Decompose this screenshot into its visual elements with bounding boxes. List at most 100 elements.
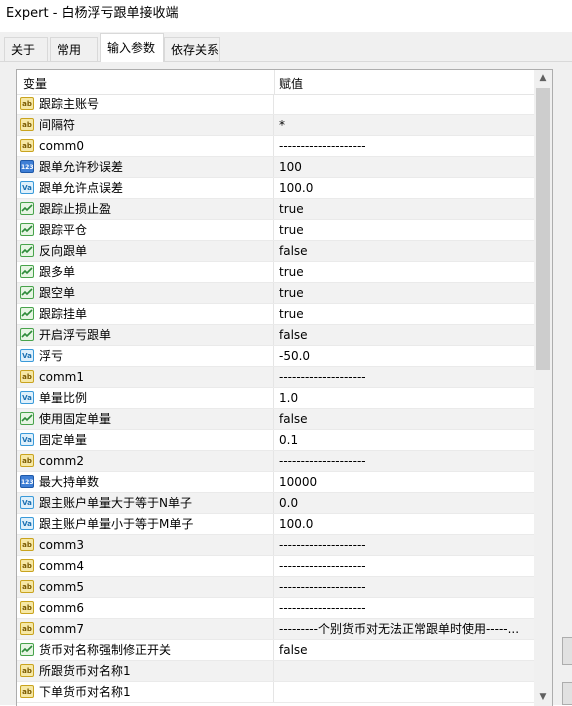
table-row[interactable]: 跟空单 true xyxy=(17,283,534,304)
string-icon: ab xyxy=(20,538,34,551)
variable-value[interactable]: true xyxy=(279,265,304,280)
table-row[interactable]: Va 跟主账户单量大于等于N单子 0.0 xyxy=(17,493,534,514)
column-header-value[interactable]: 赋值 xyxy=(279,75,303,92)
bool-icon xyxy=(20,265,34,278)
variable-value[interactable]: * xyxy=(279,118,285,133)
variable-value[interactable]: 0.0 xyxy=(279,496,298,511)
table-row[interactable]: ab comm5 -------------------- xyxy=(17,577,534,598)
variable-cell: ab comm5 xyxy=(17,577,274,597)
bool-icon xyxy=(20,643,34,656)
bool-icon xyxy=(20,202,34,215)
table-row[interactable]: ab comm1 -------------------- xyxy=(17,367,534,388)
double-icon: Va xyxy=(20,349,34,362)
variable-value[interactable]: -------------------- xyxy=(279,370,366,385)
table-row[interactable]: 反向跟单 false xyxy=(17,241,534,262)
string-icon: ab xyxy=(20,139,34,152)
variable-value[interactable]: true xyxy=(279,202,304,217)
table-row[interactable]: Va 跟主账户单量小于等于M单子 100.0 xyxy=(17,514,534,535)
variable-value[interactable]: false xyxy=(279,412,308,427)
table-row[interactable]: ab comm4 -------------------- xyxy=(17,556,534,577)
variable-value[interactable]: -------------------- xyxy=(279,454,366,469)
table-row[interactable]: 开启浮亏跟单 false xyxy=(17,325,534,346)
integer-icon: 123 xyxy=(20,475,34,488)
vertical-scrollbar[interactable]: ▲ ▼ xyxy=(534,70,552,706)
variable-cell: 跟空单 xyxy=(17,283,274,303)
variable-value[interactable]: -50.0 xyxy=(279,349,310,364)
variable-value[interactable]: -------------------- xyxy=(279,601,366,616)
table-row[interactable]: ab 所跟货币对名称1 xyxy=(17,661,534,682)
variable-value[interactable]: -------------------- xyxy=(279,559,366,574)
tab-common[interactable]: 常用 xyxy=(50,37,98,61)
variable-value[interactable]: 100 xyxy=(279,160,302,175)
variable-cell: ab comm2 xyxy=(17,451,274,471)
variable-name: 跟单允许秒误差 xyxy=(39,160,124,174)
tab-inputs[interactable]: 输入参数 xyxy=(100,33,164,62)
table-row[interactable]: ab comm0 -------------------- xyxy=(17,136,534,157)
table-row[interactable]: Va 浮亏 -50.0 xyxy=(17,346,534,367)
variable-value[interactable]: 0.1 xyxy=(279,433,298,448)
variable-name: 固定单量 xyxy=(39,433,88,447)
table-row[interactable]: 123 跟单允许秒误差 100 xyxy=(17,157,534,178)
table-row[interactable]: 123 最大持单数 10000 xyxy=(17,472,534,493)
table-row[interactable]: ab comm6 -------------------- xyxy=(17,598,534,619)
variable-cell: ab comm7 xyxy=(17,619,274,639)
variable-value[interactable]: ---------个别货币对无法正常跟单时使用-----... xyxy=(279,622,519,637)
variable-name: 反向跟单 xyxy=(39,244,88,258)
variable-cell: ab comm4 xyxy=(17,556,274,576)
variable-value[interactable]: true xyxy=(279,286,304,301)
side-button-bottom[interactable] xyxy=(562,682,572,705)
variable-value[interactable]: -------------------- xyxy=(279,139,366,154)
scroll-up-icon[interactable]: ▲ xyxy=(534,70,552,87)
column-header-variable[interactable]: 变量 xyxy=(23,75,47,92)
tab-about[interactable]: 关于 xyxy=(4,37,48,61)
table-row[interactable]: 跟多单 true xyxy=(17,262,534,283)
table-row[interactable]: ab 跟踪主账号 xyxy=(17,94,534,115)
table-row[interactable]: ab comm3 -------------------- xyxy=(17,535,534,556)
variable-cell: 反向跟单 xyxy=(17,241,274,261)
bool-icon xyxy=(20,223,34,236)
variable-name: 单量比例 xyxy=(39,391,88,405)
variable-cell: Va 跟主账户单量小于等于M单子 xyxy=(17,514,274,534)
side-button-top[interactable] xyxy=(562,637,572,665)
table-row[interactable]: 跟踪挂单 true xyxy=(17,304,534,325)
variable-name: 跟单允许点误差 xyxy=(39,181,124,195)
table-row[interactable]: Va 固定单量 0.1 xyxy=(17,430,534,451)
table-row[interactable]: ab comm7 ---------个别货币对无法正常跟单时使用-----... xyxy=(17,619,534,640)
double-icon: Va xyxy=(20,517,34,530)
variable-cell: 123 跟单允许秒误差 xyxy=(17,157,274,177)
variable-name: 跟多单 xyxy=(39,265,76,279)
variable-value[interactable]: -------------------- xyxy=(279,580,366,595)
double-icon: Va xyxy=(20,433,34,446)
bool-icon xyxy=(20,328,34,341)
variable-value[interactable]: 100.0 xyxy=(279,517,313,532)
table-row[interactable]: Va 单量比例 1.0 xyxy=(17,388,534,409)
variable-value[interactable]: 1.0 xyxy=(279,391,298,406)
scroll-down-icon[interactable]: ▼ xyxy=(534,689,552,706)
table-row[interactable]: ab comm2 -------------------- xyxy=(17,451,534,472)
table-row[interactable]: 货币对名称强制修正开关 false xyxy=(17,640,534,661)
variable-value[interactable]: true xyxy=(279,223,304,238)
variable-name: 下单货币对名称1 xyxy=(39,685,131,699)
tab-dependencies[interactable]: 依存关系 xyxy=(164,37,220,61)
variable-name: 浮亏 xyxy=(39,349,64,363)
variable-cell: 开启浮亏跟单 xyxy=(17,325,274,345)
variable-value[interactable]: false xyxy=(279,643,308,658)
string-icon: ab xyxy=(20,454,34,467)
table-row[interactable]: ab 间隔符 * xyxy=(17,115,534,136)
variable-name: 间隔符 xyxy=(39,118,76,132)
variable-value[interactable]: -------------------- xyxy=(279,538,366,553)
variable-value[interactable]: false xyxy=(279,244,308,259)
table-row[interactable]: 跟踪平仓 true xyxy=(17,220,534,241)
table-row[interactable]: 跟踪止损止盈 true xyxy=(17,199,534,220)
table-row[interactable]: Va 跟单允许点误差 100.0 xyxy=(17,178,534,199)
variable-cell: Va 跟主账户单量大于等于N单子 xyxy=(17,493,274,513)
variable-value[interactable]: 100.0 xyxy=(279,181,313,196)
table-row[interactable]: 使用固定单量 false xyxy=(17,409,534,430)
variable-name: 跟踪主账号 xyxy=(39,97,100,111)
column-divider[interactable] xyxy=(274,70,275,94)
variable-value[interactable]: true xyxy=(279,307,304,322)
variable-value[interactable]: false xyxy=(279,328,308,343)
scroll-thumb[interactable] xyxy=(536,88,550,370)
variable-value[interactable]: 10000 xyxy=(279,475,317,490)
table-row[interactable]: ab 下单货币对名称1 xyxy=(17,682,534,703)
